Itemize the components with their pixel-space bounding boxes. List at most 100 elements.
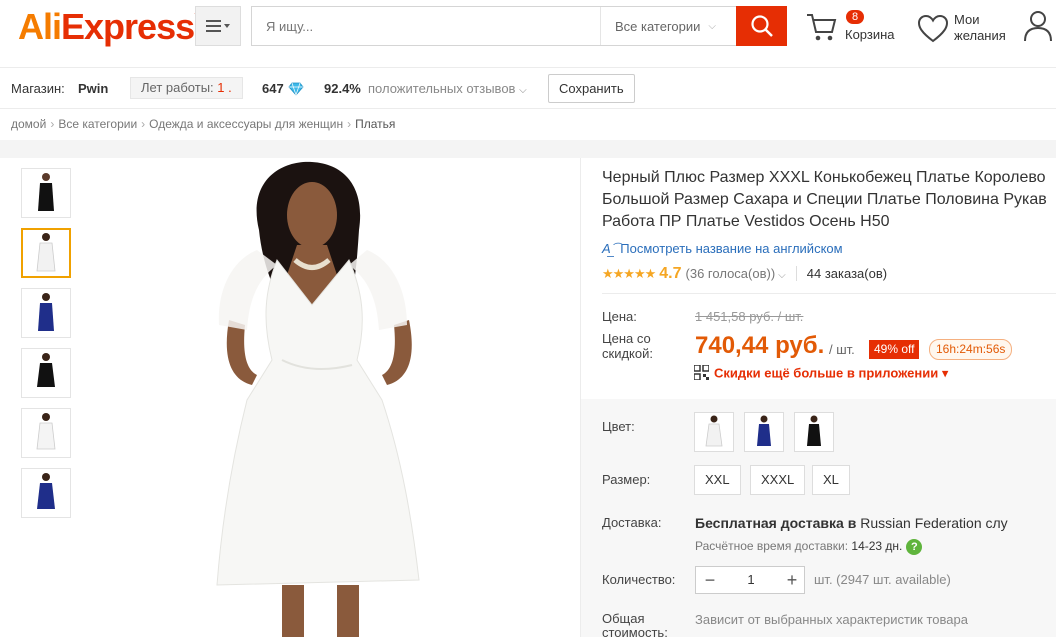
store-name[interactable]: Pwin [78,81,108,96]
old-price: 1 451,58 руб. / шт. [695,309,804,324]
logo-ali-text: Ali [18,6,62,47]
eta-label: Расчётное время доставки: [695,539,849,553]
diamond-icon [288,82,304,99]
qr-code-icon [693,364,710,383]
size-option-xxl[interactable]: XXL [694,465,741,495]
breadcrumb-women-clothing[interactable]: Одежда и аксессуары для женщин [149,117,343,131]
discount-price: 740,44 руб. [695,332,825,359]
delivery-text: Бесплатная доставка в [695,515,857,531]
heart-icon [917,14,949,43]
total-label-line2: стоимость: [602,625,668,637]
color-swatch-black[interactable] [794,412,834,452]
thumbnail-black-dress-2[interactable] [21,348,71,398]
app-promo-text: Скидки ещё больше в приложении ▾ [714,365,949,381]
thumbnail-white-dress-2[interactable] [21,408,71,458]
category-dropdown[interactable]: Все категории ⌵ [600,7,737,45]
countdown-timer: 16h:24m:56s [929,339,1013,360]
positive-rate: 92.4% [324,81,361,96]
breadcrumb-separator: › [50,117,55,131]
header: AliExpress™ Все категории ⌵ 8 Корзина Мои… [0,0,1056,66]
translate-label: Посмотреть название на английском [620,241,843,256]
available-quantity: шт. (2947 шт. available) [814,572,951,587]
delivery-destination[interactable]: Russian Federation слу [860,515,1007,531]
rating-votes[interactable]: (36 голоса(ов)) [686,266,776,281]
user-icon [1024,11,1052,42]
wishlist-label-line2: желания [954,28,1006,43]
app-promo-link[interactable]: Скидки ещё больше в приложении ▾ [693,364,949,383]
thumbnail-blue-dress-2[interactable] [21,468,71,518]
rating-stars: ★★★★★ [602,266,656,281]
hamburger-icon [206,20,230,32]
breadcrumb-dresses[interactable]: Платья [355,117,395,131]
wishlist-label-line1: Мои [954,12,980,27]
chevron-down-icon: ⌵ [708,20,717,32]
quantity-increase-button[interactable]: + [778,567,806,593]
store-score: 647 [262,81,284,96]
search-input[interactable] [252,7,600,45]
years-label: Лет работы: [141,80,214,95]
total-label-line1: Общая [602,611,645,626]
delivery-eta: Расчётное время доставки: 14-23 дн.? [695,539,923,555]
discount-label-line1: Цена со [602,331,651,346]
discount-badge: 49% off [869,340,920,359]
product-title-line3: Работа ПР Платье Vestidos Осень H50 [602,213,890,230]
thumbnail-white-dress[interactable] [21,228,71,278]
translate-link[interactable]: A͟ ͡ Посмотреть название на английском [602,241,843,256]
breadcrumb-home[interactable]: домой [11,117,46,131]
product-info: Черный Плюс Размер XXXL Конькобежец Плат… [580,158,1056,637]
thumbnail-black-dress[interactable] [21,168,71,218]
chevron-down-icon: ⌵ [519,85,527,96]
category-label: Все категории [615,18,701,34]
divider [602,293,1056,294]
color-swatch-white[interactable] [694,412,734,452]
rating-value: 4.7 [659,265,682,282]
help-icon[interactable]: ? [906,539,923,555]
product-title-line2: Большой Размер Сахара и Специи Платье По… [602,191,1047,208]
store-bar: Магазин: Pwin Лет работы: 1 . 647 92.4% … [0,67,1056,109]
color-swatch-blue[interactable] [744,412,784,452]
cart-button[interactable]: 8 Корзина [806,10,906,50]
aliexpress-logo[interactable]: AliExpress™ [18,6,202,48]
main-product-image[interactable] [187,160,477,637]
thumbnail-blue-dress[interactable] [21,288,71,338]
search-bar: Все категории ⌵ [251,6,787,46]
quantity-decrease-button[interactable]: − [696,567,724,593]
delivery-label: Доставка: [602,515,662,530]
product-title-line1: Черный Плюс Размер XXXL Конькобежец Плат… [602,169,1046,186]
eta-days: 14-23 дн. [851,539,903,553]
positive-feedback-dropdown[interactable]: положительных отзывов ⌵ [368,81,527,96]
size-option-xl[interactable]: XL [812,465,850,495]
breadcrumb: домой › Все категории › Одежда и аксессуары … [11,117,395,131]
discount-label-line2: скидкой: [602,346,653,361]
quantity-input[interactable]: 1 [724,567,778,593]
positive-label: положительных отзывов [368,81,516,96]
breadcrumb-all-categories[interactable]: Все категории [58,117,137,131]
chevron-down-icon: ⌵ [778,270,786,281]
total-label: Общая стоимость: [602,612,668,637]
wishlist-label: Мои желания [954,12,1006,44]
cart-icon [807,14,837,41]
quantity-label: Количество: [602,572,676,587]
breadcrumb-separator: › [347,117,352,131]
categories-menu-button[interactable] [195,6,241,46]
product-gallery [11,158,581,637]
size-label: Размер: [602,472,651,487]
search-button[interactable] [736,6,787,46]
size-option-xxxl[interactable]: XXXL [750,465,806,495]
breadcrumb-separator: › [141,117,146,131]
rating-row: ★★★★★ 4.7 (36 голоса(ов)) ⌵ 44 заказа(ов) [602,265,888,283]
quantity-stepper: − 1 + [695,566,805,594]
discount-price-label: Цена со скидкой: [602,331,653,361]
years-value: 1 . [217,80,232,95]
wishlist-button[interactable]: Мои желания [917,10,1007,50]
logo-express-text: Express [61,6,195,47]
account-button[interactable] [1024,10,1052,45]
cart-count-badge: 8 [846,10,865,24]
product-title: Черный Плюс Размер XXXL Конькобежец Плат… [602,167,1056,233]
store-years-badge: Лет работы: 1 . [130,77,243,99]
price-label: Цена: [602,309,637,324]
save-store-button[interactable]: Сохранить [548,74,635,103]
per-unit: / шт. [829,342,855,357]
store-label: Магазин: [11,81,65,96]
color-label: Цвет: [602,419,635,434]
